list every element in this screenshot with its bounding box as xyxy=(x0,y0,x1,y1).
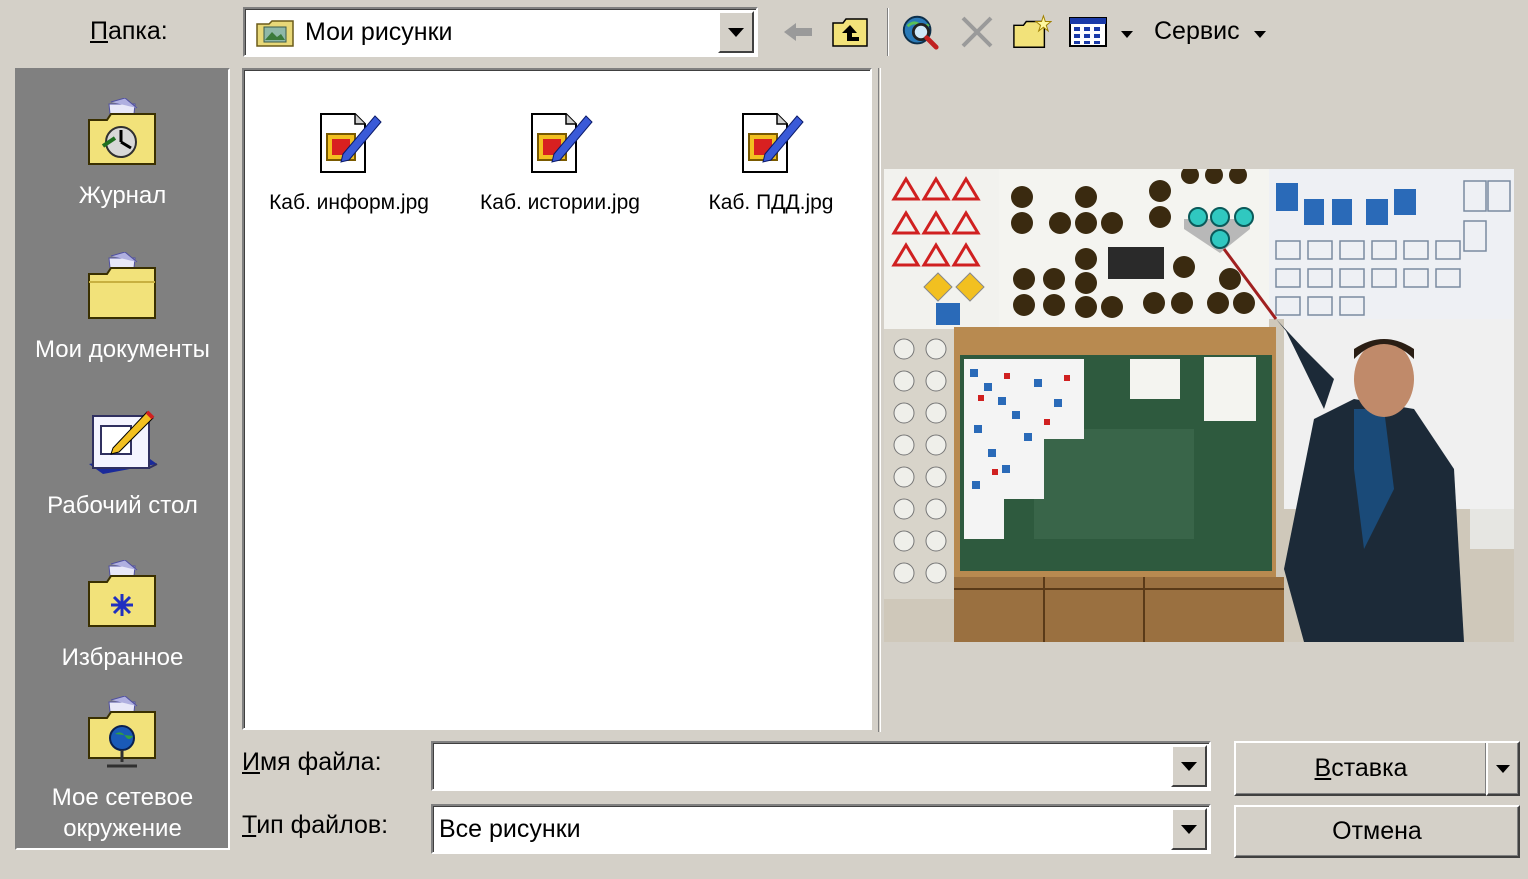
file-list[interactable]: Каб. информ.jpg Каб. истории.jpg Каб. ПД… xyxy=(242,68,872,730)
view-menu-caret-icon[interactable] xyxy=(1121,31,1133,38)
filetype-select[interactable]: Все рисунки xyxy=(431,804,1211,854)
view-menu-icon[interactable] xyxy=(1068,12,1108,52)
chevron-down-icon xyxy=(1181,824,1197,834)
place-history[interactable]: Журнал xyxy=(17,97,228,211)
insert-button[interactable]: Вставка xyxy=(1234,741,1488,796)
filename-input[interactable] xyxy=(431,741,1211,791)
folder-combo-dropdown-button[interactable] xyxy=(718,11,754,53)
history-folder-icon xyxy=(17,97,228,176)
jpg-image-icon xyxy=(460,110,660,183)
place-label: Мои документы xyxy=(35,336,210,363)
place-favorites[interactable]: Избранное xyxy=(17,559,228,673)
favorites-folder-icon xyxy=(17,559,228,638)
place-network[interactable]: Мое сетевое окружение xyxy=(17,695,228,844)
jpg-image-icon xyxy=(249,110,449,183)
jpg-image-icon xyxy=(671,110,871,183)
folder-combo[interactable]: Мои рисунки xyxy=(243,7,758,57)
my-pictures-folder-icon xyxy=(255,18,295,53)
service-menu-caret-icon[interactable] xyxy=(1254,31,1266,38)
place-label: Рабочий стол xyxy=(47,492,198,519)
chevron-down-icon xyxy=(728,27,744,37)
folder-label: Папка: xyxy=(90,17,168,45)
place-my-documents[interactable]: Мои документы xyxy=(17,251,228,365)
places-bar: Журнал Мои документы Рабочий стол Избран… xyxy=(15,68,230,850)
preview-image xyxy=(884,169,1514,642)
filetype-select-value: Все рисунки xyxy=(439,815,581,843)
cancel-button[interactable]: Отмена xyxy=(1234,805,1520,858)
back-arrow-icon[interactable] xyxy=(778,12,818,52)
file-name: Каб. истории.jpg xyxy=(480,191,640,214)
filename-dropdown-button[interactable] xyxy=(1171,745,1207,787)
toolbar: Папка: Мои рисунки Сервис xyxy=(0,0,1528,66)
filename-label: Имя файла: xyxy=(242,748,382,776)
file-item[interactable]: Каб. ПДД.jpg xyxy=(671,110,871,216)
delete-icon[interactable] xyxy=(957,12,997,52)
insert-picture-dialog: Папка: Мои рисунки Сервис Журнал Мои док… xyxy=(0,0,1528,879)
search-web-icon[interactable] xyxy=(900,12,940,52)
file-item[interactable]: Каб. истории.jpg xyxy=(460,110,660,216)
desktop-icon xyxy=(17,406,228,486)
chevron-down-icon xyxy=(1496,764,1510,773)
preview-divider xyxy=(878,68,881,732)
file-name: Каб. информ.jpg xyxy=(269,191,429,214)
chevron-down-icon xyxy=(1181,761,1197,771)
place-label: Журнал xyxy=(78,182,167,209)
place-label: Избранное xyxy=(61,644,184,671)
service-menu[interactable]: Сервис xyxy=(1154,17,1240,46)
filetype-dropdown-button[interactable] xyxy=(1171,808,1207,850)
file-item[interactable]: Каб. информ.jpg xyxy=(249,110,449,216)
place-desktop[interactable]: Рабочий стол xyxy=(17,406,228,521)
file-name: Каб. ПДД.jpg xyxy=(708,191,834,214)
new-folder-icon[interactable] xyxy=(1012,12,1052,52)
up-folder-icon[interactable] xyxy=(830,12,870,52)
insert-options-button[interactable] xyxy=(1486,741,1520,796)
filetype-label: Тип файлов: xyxy=(242,811,389,839)
folder-combo-value: Мои рисунки xyxy=(305,18,453,46)
toolbar-separator xyxy=(887,8,889,56)
network-places-icon xyxy=(17,695,228,778)
place-label: Мое сетевое окружение xyxy=(51,784,194,842)
my-documents-folder-icon xyxy=(17,251,228,330)
